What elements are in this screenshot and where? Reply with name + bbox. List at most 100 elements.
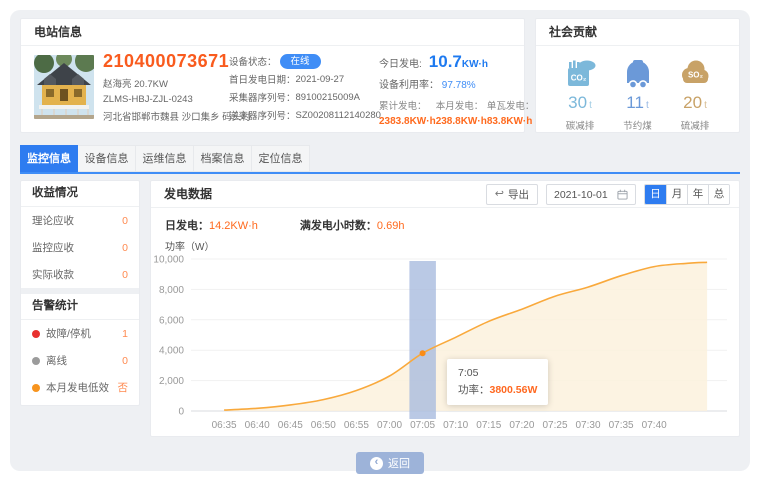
main-tab-bar: 监控信息 设备信息 运维信息 档案信息 定位信息 — [20, 145, 740, 174]
low-efficiency-label: 本月发电低效 — [46, 380, 109, 395]
theoretical-receivable-label: 理论应收 — [32, 213, 74, 228]
coal-saving-label: 节约煤 — [614, 118, 662, 132]
range-month-button[interactable]: 月 — [666, 185, 687, 204]
social-contribution-panel: 社会贡献 CO₂ 30 t 碳减排 — [535, 18, 740, 133]
chart-tooltip: 7:05 功率：3800.56W — [447, 359, 548, 405]
revenue-section-title: 收益情况 — [21, 181, 139, 207]
station-info-panel: 电站信息 — [20, 18, 525, 133]
full-hours-value: 0.69h — [377, 220, 405, 232]
social-contribution-title: 社会贡献 — [536, 19, 739, 46]
dashboard: 电站信息 — [0, 0, 760, 481]
total-generation-stat: 累计发电： 2383.8KW·h — [379, 98, 436, 127]
collector-serial-value: 89100215009A — [296, 92, 360, 103]
svg-text:06:45: 06:45 — [278, 420, 303, 431]
generation-data-panel: 发电数据 ↩ 导出 2021-10-01 日 月 — [150, 180, 740, 437]
utilization-value: 97.78% — [442, 80, 476, 91]
today-generation-value: 10.7 — [429, 52, 462, 72]
export-button[interactable]: ↩ 导出 — [486, 184, 538, 205]
export-arrow-icon: ↩ — [495, 189, 504, 200]
sulfur-reduction-unit: t — [704, 100, 707, 111]
fault-label: 故障/停机 — [46, 326, 91, 341]
coal-saving-item: 11t 节约煤 — [614, 57, 662, 132]
svg-text:07:30: 07:30 — [575, 420, 600, 431]
tooltip-series-label: 功率： — [458, 384, 490, 396]
date-picker[interactable]: 2021-10-01 — [546, 184, 636, 205]
svg-text:06:55: 06:55 — [344, 420, 369, 431]
station-address: 河北省邯郸市魏县 沙口集乡 码头村 — [103, 109, 231, 123]
range-year-button[interactable]: 年 — [687, 185, 708, 204]
revenue-row-monitored: 监控应收 0 — [21, 234, 139, 261]
coal-saving-unit: t — [646, 100, 649, 111]
power-area-chart[interactable]: 02,0004,0006,0008,00010,00006:3506:4006:… — [151, 249, 741, 435]
month-generation-stat: 本月发电： 238.8KW·h — [436, 98, 487, 127]
tab-archive-info[interactable]: 档案信息 — [194, 145, 252, 172]
per-watt-generation-stat: 单瓦发电： 83.8KW·h — [487, 98, 535, 127]
actual-received-label: 实际收款 — [32, 267, 74, 282]
first-generation-date-label: 首日发电日期： — [229, 72, 296, 86]
per-watt-generation-value: 83.8KW·h — [487, 116, 535, 127]
coal-saving-icon — [620, 57, 656, 91]
station-info-title: 电站信息 — [21, 19, 524, 46]
range-day-button[interactable]: 日 — [645, 185, 666, 204]
fault-count: 1 — [122, 328, 128, 340]
export-button-label: 导出 — [508, 187, 529, 202]
range-total-button[interactable]: 总 — [708, 185, 729, 204]
offline-status-dot — [32, 357, 40, 365]
theoretical-receivable-value: 0 — [122, 215, 128, 227]
tab-device-info[interactable]: 设备信息 — [78, 145, 136, 172]
daily-generation-label: 日发电： — [165, 220, 209, 232]
back-chevron-icon: ‹ — [370, 457, 383, 470]
inverter-serial-value: SZ00208112140280 — [296, 110, 381, 121]
svg-text:CO₂: CO₂ — [571, 74, 587, 83]
total-generation-value: 2383.8KW·h — [379, 116, 436, 127]
carbon-reduction-value: 30 — [568, 93, 587, 112]
station-owner: 赵海亮 20.7KW — [103, 76, 231, 90]
offline-count: 0 — [122, 355, 128, 367]
monitored-receivable-label: 监控应收 — [32, 240, 74, 255]
sulfur-reduction-value: 20 — [683, 93, 702, 112]
revenue-row-theoretical: 理论应收 0 — [21, 207, 139, 234]
monitored-receivable-value: 0 — [122, 242, 128, 254]
svg-text:06:50: 06:50 — [311, 420, 336, 431]
collector-serial-label: 采集器序列号： — [229, 90, 296, 104]
low-efficiency-value: 否 — [118, 380, 129, 395]
svg-text:4,000: 4,000 — [159, 346, 184, 357]
low-efficiency-status-dot — [32, 384, 40, 392]
tab-operation-info[interactable]: 运维信息 — [136, 145, 194, 172]
carbon-reduction-label: 碳减排 — [556, 118, 604, 132]
alarm-row-fault: 故障/停机 1 — [21, 320, 139, 347]
svg-text:07:20: 07:20 — [509, 420, 534, 431]
total-generation-label: 累计发电： — [379, 98, 436, 112]
sulfur-reduction-item: SO₂ 20t 硫减排 — [671, 57, 719, 132]
full-hours-label: 满发电小时数： — [300, 220, 377, 232]
today-generation-unit: KW·h — [462, 59, 488, 70]
svg-text:07:25: 07:25 — [542, 420, 567, 431]
svg-text:07:35: 07:35 — [609, 420, 634, 431]
tab-monitoring-info[interactable]: 监控信息 — [20, 145, 78, 172]
alarm-row-low-efficiency: 本月发电低效 否 — [21, 374, 139, 401]
back-button[interactable]: ‹ 返回 — [356, 452, 424, 474]
station-device-details: 设备状态： 在线 首日发电日期： 2021-09-27 采集器序列号： 8910… — [229, 52, 381, 124]
svg-text:0: 0 — [178, 407, 184, 418]
today-generation-label: 今日发电: — [379, 55, 422, 70]
chart-summary-stats: 日发电：14.2KW·h 满发电小时数：0.69h — [165, 217, 404, 233]
month-generation-value: 238.8KW·h — [436, 116, 487, 127]
alarm-row-offline: 离线 0 — [21, 347, 139, 374]
summary-side-panel: 收益情况 理论应收 0 监控应收 0 实际收款 0 告警统计 故障/停机 1 离… — [20, 180, 140, 406]
svg-text:07:05: 07:05 — [410, 420, 435, 431]
svg-text:06:35: 06:35 — [212, 420, 237, 431]
date-picker-value: 2021-10-01 — [554, 189, 608, 201]
station-generation-stats: 今日发电: 10.7 KW·h 设备利用率： 97.78% 累计发电： 2383… — [379, 52, 524, 127]
svg-text:2,000: 2,000 — [159, 376, 184, 387]
svg-text:07:00: 07:00 — [377, 420, 402, 431]
svg-text:07:40: 07:40 — [642, 420, 667, 431]
device-status-label: 设备状态： — [229, 54, 277, 68]
sulfur-reduction-label: 硫减排 — [671, 118, 719, 132]
station-photo — [34, 55, 94, 119]
tab-location-info[interactable]: 定位信息 — [252, 145, 310, 172]
tooltip-time: 7:05 — [458, 365, 537, 382]
range-toggle-group: 日 月 年 总 — [644, 184, 730, 205]
co2-reduction-icon: CO₂ — [562, 57, 598, 91]
house-photo-illustration — [34, 55, 94, 119]
so2-reduction-icon: SO₂ — [677, 57, 713, 91]
